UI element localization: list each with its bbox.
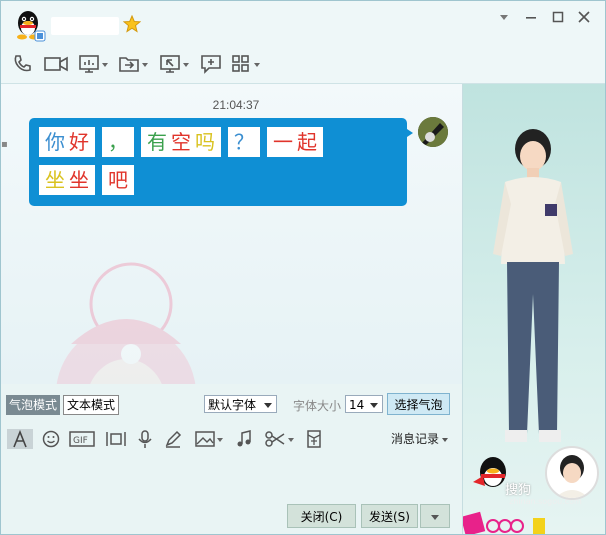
background-illustration [56,262,196,384]
music-icon[interactable] [234,429,254,449]
my-avatar[interactable] [418,117,448,147]
maximize-icon[interactable] [549,9,567,25]
font-select[interactable]: 默认字体 [204,395,277,413]
message-history-button[interactable]: 消息记录 [391,430,449,447]
contact-avatar[interactable] [545,446,599,500]
remote-desktop-icon[interactable] [159,53,191,75]
message-segment-youkongma: 有空吗 [141,127,221,157]
message-segment-zuozuo: 坐坐 [39,165,95,195]
title-bar [1,1,605,47]
font-select-value: 默认字体 [208,398,257,412]
bubble-mode-tab[interactable]: 气泡模式 [6,395,61,415]
add-chat-icon[interactable] [200,53,222,75]
star-icon[interactable] [123,15,141,33]
send-options-button[interactable] [420,504,450,528]
message-segment-yiqi: 一起 [267,127,323,157]
font-size-select[interactable]: 14 [345,395,383,413]
close-button[interactable]: 关闭(C) [287,504,356,528]
message-line-2: 坐坐吧 [39,165,141,195]
bubble-tail [404,127,413,139]
message-segment-question: ？ [228,127,260,157]
screen-share-icon[interactable] [78,53,110,75]
chevron-down-icon [370,403,378,408]
scissors-icon[interactable] [264,429,296,449]
watermark-text: 搜狗 [505,483,532,498]
video-icon[interactable] [43,53,69,75]
font-icon[interactable] [7,429,33,449]
message-segment-ba: 吧 [102,165,134,195]
file-transfer-icon[interactable] [118,53,150,75]
minimize-icon[interactable] [522,9,540,25]
gif-icon[interactable]: GIF [69,429,95,449]
send-button[interactable]: 发送(S) [361,504,418,528]
chat-window: ▪ 21:04:37 你好，有空吗？一起 坐坐吧 气泡模式 文本模式 默认字体 … [0,0,606,535]
phone-icon[interactable] [11,53,33,75]
font-size-value: 14 [349,398,365,412]
handwriting-icon[interactable] [163,429,183,449]
olympic-rings-decoration [463,511,545,534]
font-size-label: 字体大小 [293,399,342,413]
bottom-bar: 关闭(C) 发送(S) [1,501,462,534]
avatar-show-figure [493,129,573,442]
screenshot-icon[interactable] [104,429,128,449]
emoji-icon[interactable] [41,429,61,449]
image-icon[interactable] [194,429,224,449]
contact-show-panel: 搜狗 zhinan.sogou.com [462,84,605,534]
close-icon[interactable] [575,9,593,25]
chat-toolbar [1,47,605,84]
svg-text:GIF: GIF [73,436,88,446]
message-timestamp: 21:04:37 [212,98,260,112]
message-bubble[interactable]: 你好，有空吗？一起 坐坐吧 [29,118,407,206]
message-segment-nihao: 你好 [39,127,95,157]
message-input[interactable] [1,457,462,501]
apps-icon[interactable] [231,53,263,75]
red-packet-icon[interactable] [305,429,323,449]
choose-bubble-button[interactable]: 选择气泡 [387,393,450,415]
message-area[interactable]: ▪ 21:04:37 你好，有空吗？一起 坐坐吧 [1,84,462,384]
message-history-label: 消息记录 [391,432,440,446]
text-mode-tab[interactable]: 文本模式 [63,395,120,415]
chevron-down-icon [442,437,449,442]
chevron-down-icon [264,403,272,408]
edge-mark: ▪ [1,139,8,150]
qq-penguin-icon[interactable] [13,9,47,43]
contact-name [51,17,119,35]
dropdown-icon[interactable] [495,9,513,25]
message-line-1: 你好，有空吗？一起 [39,127,330,157]
message-segment-comma: ， [102,127,134,157]
chevron-down-icon [431,515,439,520]
voice-icon[interactable] [136,429,154,449]
input-toolbar: 气泡模式 文本模式 默认字体 字体大小 14 选择气泡 GIF 消息记录 [1,387,462,449]
